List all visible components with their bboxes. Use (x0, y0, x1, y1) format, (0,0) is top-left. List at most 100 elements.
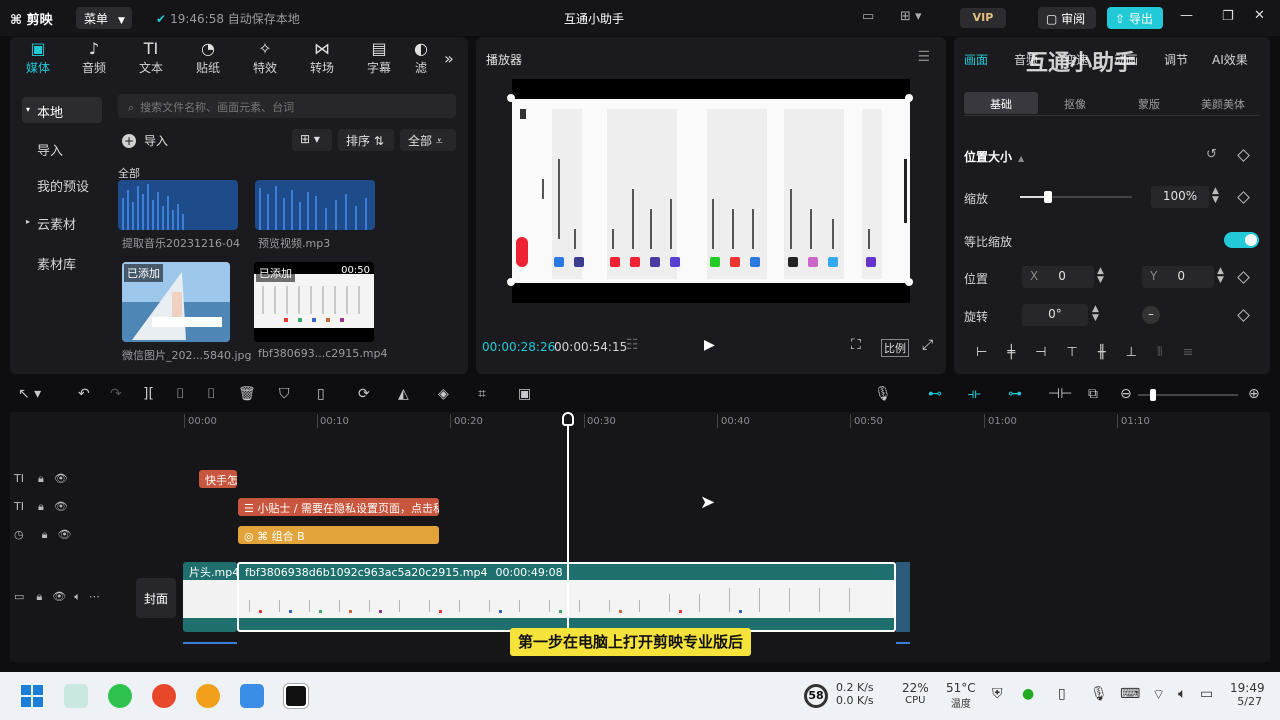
tab-caption[interactable]: ▤ 字幕 (351, 39, 407, 76)
sidebar-item-import[interactable]: 导入 (22, 135, 102, 161)
scale-input[interactable]: 100% (1151, 186, 1209, 208)
fullscreen-timeline-icon[interactable]: ⧉ (1088, 386, 1098, 402)
keyboard-icon[interactable]: ▭ (862, 9, 874, 24)
vip-badge[interactable]: VIP (960, 8, 1006, 28)
align-vcenter-icon[interactable]: ╫ (1098, 345, 1126, 360)
maximize-icon[interactable]: ❐ (1222, 9, 1234, 24)
position-x-input[interactable]: X0 (1022, 266, 1094, 288)
rotate-dial-icon[interactable]: – (1142, 306, 1160, 324)
position-y-input[interactable]: Y0 (1142, 266, 1214, 288)
zoom-in-icon[interactable]: ⊕ (1248, 386, 1260, 402)
playhead-handle[interactable] (562, 412, 574, 426)
mirror-icon[interactable]: ◭ (398, 386, 409, 402)
ratio-button[interactable]: 比例 (881, 339, 909, 357)
resize-handle[interactable] (507, 94, 515, 102)
wechat-icon[interactable] (108, 684, 132, 708)
smart-clip-icon[interactable]: ▣ (518, 386, 531, 402)
fullscreen-crop-icon[interactable]: ⛶ (851, 337, 861, 353)
minimize-icon[interactable]: — (1180, 8, 1193, 23)
transition-clip[interactable] (896, 562, 910, 632)
rotate-icon[interactable]: ◈ (438, 386, 449, 402)
scale-slider-handle[interactable] (1044, 191, 1052, 203)
sidebar-item-cloud[interactable]: ▸ 云素材 (22, 209, 102, 235)
tab-effects[interactable]: ✧ 特效 (237, 39, 293, 76)
browser-icon[interactable] (152, 684, 176, 708)
stepper-icon[interactable]: ▲ ▼ (1097, 267, 1104, 285)
microphone-tray-icon[interactable]: 🎙︎ (1090, 686, 1108, 702)
freeze-icon[interactable]: ▯ (317, 386, 325, 402)
split-right-icon[interactable]: ⌷ (207, 386, 215, 402)
export-button[interactable]: ⇧ 导出 (1107, 7, 1163, 29)
media-item-audio1[interactable] (118, 180, 238, 230)
subtab-beauty[interactable]: 美颜美体 (1186, 92, 1260, 114)
speed-badge[interactable]: 58 (804, 684, 828, 708)
eye-icon[interactable]: 👁︎ (54, 472, 68, 485)
split-icon[interactable]: ][ (143, 386, 154, 402)
zoom-out-icon[interactable]: ⊖ (1120, 386, 1132, 402)
text-clip[interactable]: ☰ 小贴士 / 需要在隐私设置页面，点击私密 (238, 498, 439, 516)
eye-icon[interactable]: 👁︎ (54, 500, 68, 513)
tab-transition[interactable]: ⋈ 转场 (294, 39, 350, 76)
auto-snap-icon[interactable]: ⟛ (968, 386, 981, 402)
subtab-cutout[interactable]: 抠像 (1038, 92, 1112, 114)
volume-icon[interactable]: 🔈︎ (1178, 686, 1186, 702)
align-right-icon[interactable]: ⊣ (1035, 345, 1066, 360)
tab-media[interactable]: ▣ 媒体 (10, 39, 66, 76)
subtab-basic[interactable]: 基础 (964, 92, 1038, 114)
rotate-input[interactable]: 0° (1022, 304, 1088, 326)
align-hcenter-icon[interactable]: ╪ (1007, 345, 1035, 360)
more-icon[interactable]: ⋯ (89, 590, 100, 603)
battery-icon[interactable]: ▭ (1200, 686, 1213, 702)
group-clip[interactable]: ◎ ⌘ 组合 B (238, 526, 439, 544)
resize-handle[interactable] (905, 94, 913, 102)
main-track-magnet-icon[interactable]: ⊷ (928, 386, 942, 402)
media-item-audio2[interactable] (255, 180, 375, 230)
tabs-more-icon[interactable]: » (444, 49, 454, 68)
delete-icon[interactable]: 🗑︎ (238, 386, 256, 402)
crop-icon[interactable]: ⌗ (478, 386, 486, 402)
intro-clip[interactable]: 片头.mp4 (183, 562, 237, 632)
windows-start-icon[interactable] (20, 684, 44, 708)
import-button[interactable]: + 导入 (122, 129, 192, 151)
tab-ai-effects[interactable]: AI效果 (1212, 51, 1248, 68)
tab-adjust[interactable]: 调节 (1164, 51, 1188, 68)
chrome-icon[interactable] (196, 684, 220, 708)
zoom-slider[interactable] (1138, 389, 1238, 401)
menu-icon[interactable]: ☰ (917, 49, 930, 65)
text-clip[interactable]: 快手怎么 (199, 470, 237, 488)
notepad-icon[interactable] (240, 684, 264, 708)
preview-axis-icon[interactable]: ⊣⊢ (1048, 386, 1072, 402)
sidebar-item-presets[interactable]: 我的预设 (22, 171, 102, 197)
uniform-scale-toggle[interactable] (1224, 232, 1259, 248)
play-icon[interactable]: ▶ (704, 337, 715, 353)
search-input[interactable]: ⌕ 搜索文件名称、画面元素、台词 (118, 94, 456, 118)
capcut-taskbar-icon[interactable] (283, 683, 309, 709)
split-left-icon[interactable]: ⌷ (176, 386, 184, 402)
align-left-icon[interactable]: ⊢ (976, 345, 1007, 360)
layout-icon[interactable]: ⊞ ▾ (900, 9, 922, 24)
wifi-icon[interactable]: ⌔ (1152, 686, 1165, 704)
tab-audio[interactable]: ♪ 音频 (66, 39, 122, 76)
chat-icon[interactable]: ● (1022, 686, 1034, 702)
speaker-icon[interactable]: 🔈︎ (74, 590, 81, 603)
lock-icon[interactable]: 🔒︎ (38, 472, 44, 485)
media-item-image[interactable]: 已添加 (122, 262, 230, 342)
filter-all-button[interactable]: 全部 ⩡ (400, 129, 456, 151)
lock-icon[interactable]: 🔒︎ (36, 590, 42, 603)
keyframe-icon[interactable] (1237, 149, 1250, 162)
tab-filter[interactable]: ◐ 滤 (406, 39, 436, 76)
microphone-icon[interactable]: 🎙︎ (874, 386, 892, 402)
undo-icon[interactable]: ↶ (78, 386, 90, 402)
lock-icon[interactable]: 🔒︎ (42, 528, 48, 541)
stepper-icon[interactable]: ▲ ▼ (1092, 305, 1099, 323)
clock[interactable]: 19:49 5/27 (1230, 681, 1265, 708)
usb-icon[interactable]: ▯ (1058, 686, 1066, 702)
close-icon[interactable]: ✕ (1254, 8, 1265, 23)
language-icon[interactable]: ⌨ (1120, 686, 1140, 702)
zoom-slider-handle[interactable] (1150, 389, 1156, 401)
resize-handle[interactable] (905, 278, 913, 286)
shield-icon[interactable]: ⛨ (992, 686, 1003, 702)
keyframe-icon[interactable] (1237, 271, 1250, 284)
reset-icon[interactable]: ↺ (1206, 147, 1217, 162)
eye-icon[interactable]: 👁︎ (52, 590, 66, 603)
